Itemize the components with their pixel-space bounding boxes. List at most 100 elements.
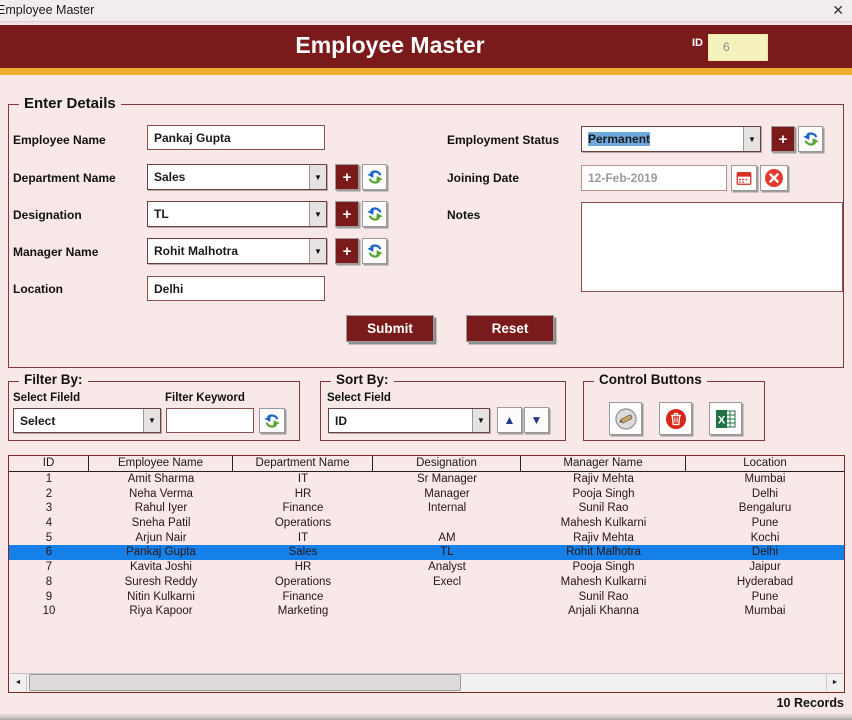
table-row[interactable]: 1Amit SharmaITSr ManagerRajiv MehtaMumba… (9, 472, 844, 487)
column-header[interactable]: Designation (373, 456, 521, 471)
department-combo[interactable]: Sales ▼ (147, 164, 327, 190)
employee-table: IDEmployee NameDepartment NameDesignatio… (8, 455, 845, 693)
table-cell: Mahesh Kulkarni (521, 516, 686, 531)
table-cell: Kochi (686, 531, 844, 546)
chevron-down-icon[interactable]: ▼ (472, 409, 489, 432)
notes-textarea[interactable] (581, 202, 843, 292)
clear-date-button[interactable] (760, 165, 788, 191)
sort-ascending-button[interactable]: ▲ (497, 407, 522, 433)
table-cell: Analyst (373, 560, 521, 575)
apply-filter-button[interactable] (259, 408, 285, 433)
table-cell: Pankaj Gupta (89, 545, 233, 560)
designation-combo-value: TL (148, 207, 309, 221)
refresh-manager-button[interactable] (362, 238, 387, 264)
filter-field-combo[interactable]: Select ▼ (13, 408, 161, 433)
reset-button[interactable]: Reset (466, 315, 554, 342)
table-cell (373, 516, 521, 531)
chevron-down-icon[interactable]: ▼ (309, 239, 326, 263)
delete-button[interactable] (659, 402, 692, 435)
designation-combo[interactable]: TL ▼ (147, 201, 327, 227)
table-cell: Sunil Rao (521, 501, 686, 516)
refresh-employment-status-button[interactable] (798, 126, 823, 152)
table-cell: Sales (233, 545, 373, 560)
close-icon[interactable]: ✕ (832, 2, 844, 19)
table-row[interactable]: 10Riya KapoorMarketingAnjali KhannaMumba… (9, 604, 844, 619)
column-header[interactable]: Manager Name (521, 456, 686, 471)
calendar-icon (735, 169, 753, 187)
sort-field-combo-value: ID (329, 414, 472, 428)
trash-icon (664, 407, 688, 431)
chevron-down-icon[interactable]: ▼ (309, 165, 326, 189)
chevron-down-icon[interactable]: ▼ (309, 202, 326, 226)
table-cell: Operations (233, 516, 373, 531)
edit-button[interactable] (609, 402, 642, 435)
add-department-button[interactable]: + (335, 164, 359, 190)
location-input[interactable] (147, 276, 325, 301)
scroll-right-arrow-icon[interactable]: ► (826, 674, 843, 691)
form-header: Employee Master ID 6 (0, 25, 852, 68)
table-cell: Amit Sharma (89, 472, 233, 487)
table-cell: Sunil Rao (521, 590, 686, 605)
table-body: 1Amit SharmaITSr ManagerRajiv MehtaMumba… (9, 472, 844, 619)
column-header[interactable]: ID (9, 456, 89, 471)
table-row[interactable]: 7Kavita JoshiHRAnalystPooja SinghJaipur (9, 560, 844, 575)
sort-field-combo[interactable]: ID ▼ (328, 408, 490, 433)
refresh-designation-button[interactable] (362, 201, 387, 227)
table-cell: Finance (233, 590, 373, 605)
filter-by-group: Filter By: Select Fileld Select ▼ Filter… (8, 381, 300, 441)
swap-arrows-icon (366, 205, 384, 223)
employee-name-input[interactable] (147, 125, 325, 150)
column-header[interactable]: Department Name (233, 456, 373, 471)
table-row[interactable]: 6Pankaj GuptaSalesTLRohit MalhotraDelhi (9, 545, 844, 560)
table-cell: Operations (233, 575, 373, 590)
table-row[interactable]: 3Rahul IyerFinanceInternalSunil RaoBenga… (9, 501, 844, 516)
manager-combo-value: Rohit Malhotra (148, 244, 309, 258)
table-row[interactable]: 4Sneha PatilOperationsMahesh KulkarniPun… (9, 516, 844, 531)
export-excel-button[interactable]: X (709, 402, 742, 435)
sort-field-label: Select Field (327, 392, 391, 404)
manager-combo[interactable]: Rohit Malhotra ▼ (147, 238, 327, 264)
submit-button[interactable]: Submit (346, 315, 434, 342)
table-cell: Pooja Singh (521, 487, 686, 502)
table-cell: Hyderabad (686, 575, 844, 590)
table-cell: Delhi (686, 487, 844, 502)
red-x-circle-icon (764, 168, 784, 188)
table-cell: 3 (9, 501, 89, 516)
scrollbar-thumb[interactable] (29, 674, 461, 691)
scroll-left-arrow-icon[interactable]: ◄ (10, 674, 27, 691)
table-cell: Sr Manager (373, 472, 521, 487)
down-triangle-icon: ▼ (531, 413, 543, 427)
add-employment-status-button[interactable]: + (771, 126, 795, 152)
table-cell: Jaipur (686, 560, 844, 575)
employee-master-window: Employee Master ✕ Employee Master ID 6 E… (0, 0, 852, 720)
employment-status-combo[interactable]: Permanent ▼ (581, 126, 761, 152)
table-cell: HR (233, 487, 373, 502)
table-cell: Nitin Kulkarni (89, 590, 233, 605)
table-cell: Rajiv Mehta (521, 531, 686, 546)
sort-descending-button[interactable]: ▼ (524, 407, 549, 433)
table-cell: Pune (686, 590, 844, 605)
table-row[interactable]: 9Nitin KulkarniFinanceSunil RaoPune (9, 590, 844, 605)
table-cell: IT (233, 472, 373, 487)
filter-field-label: Select Fileld (13, 392, 80, 404)
plus-icon: + (343, 206, 352, 223)
horizontal-scrollbar[interactable]: ◄ ► (10, 673, 843, 691)
column-header[interactable]: Location (686, 456, 844, 471)
joining-date-input[interactable] (581, 165, 727, 191)
filter-keyword-input[interactable] (166, 408, 254, 433)
table-row[interactable]: 8Suresh ReddyOperationsExeclMahesh Kulka… (9, 575, 844, 590)
chevron-down-icon[interactable]: ▼ (743, 127, 760, 151)
table-cell: AM (373, 531, 521, 546)
table-cell: Mumbai (686, 604, 844, 619)
chevron-down-icon[interactable]: ▼ (143, 409, 160, 432)
add-designation-button[interactable]: + (335, 201, 359, 227)
add-manager-button[interactable]: + (335, 238, 359, 264)
calendar-button[interactable] (731, 165, 757, 191)
refresh-department-button[interactable] (362, 164, 387, 190)
column-header[interactable]: Employee Name (89, 456, 233, 471)
id-field[interactable]: 6 (708, 34, 768, 61)
table-row[interactable]: 5Arjun NairITAMRajiv MehtaKochi (9, 531, 844, 546)
control-buttons-legend: Control Buttons (594, 372, 707, 387)
table-cell (373, 604, 521, 619)
table-row[interactable]: 2Neha VermaHRManagerPooja SinghDelhi (9, 487, 844, 502)
